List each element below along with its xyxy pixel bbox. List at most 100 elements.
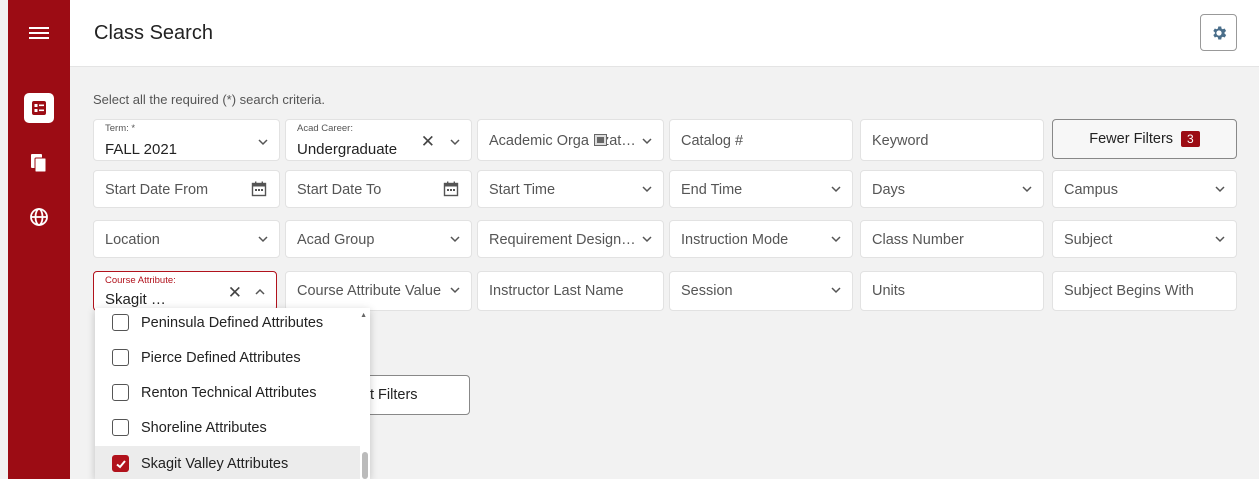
instruction-mode-select[interactable]: Instruction Mode: [669, 220, 853, 258]
menu-icon[interactable]: [8, 18, 70, 48]
clear-icon[interactable]: ✕: [228, 283, 242, 303]
acad-career-label: Acad Career:: [297, 123, 353, 134]
overlay-icon: [594, 134, 607, 146]
dropdown-option-peninsula[interactable]: Peninsula Defined Attributes: [95, 308, 360, 340]
scroll-thumb[interactable]: [362, 452, 368, 479]
class-number-placeholder: Class Number: [872, 232, 964, 248]
checkbox-checked[interactable]: [112, 455, 129, 472]
fewer-filters-button[interactable]: Fewer Filters 3: [1052, 119, 1237, 159]
acad-group-placeholder: Acad Group: [297, 232, 375, 248]
sidebar: [8, 0, 70, 479]
header: Class Search: [70, 0, 1259, 67]
option-label: Peninsula Defined Attributes: [141, 314, 324, 331]
chevron-up-icon: [255, 288, 265, 295]
checkmark-icon: [115, 459, 126, 468]
dropdown-option-shoreline[interactable]: Shoreline Attributes: [95, 410, 360, 445]
requirement-designation-placeholder: Requirement Design…: [489, 232, 636, 248]
academic-organization-placeholder-tail: zat…: [601, 133, 636, 149]
session-placeholder: Session: [681, 283, 733, 299]
course-attribute-select[interactable]: Course Attribute: Skagit … ✕: [93, 271, 277, 311]
course-attribute-value: Skagit …: [105, 291, 166, 308]
catalog-number-placeholder: Catalog #: [681, 133, 744, 149]
start-time-select[interactable]: Start Time: [477, 170, 664, 208]
calendar-icon[interactable]: [443, 181, 459, 197]
calendar-icon[interactable]: [251, 181, 267, 197]
acad-career-value: Undergraduate: [297, 141, 398, 158]
subject-placeholder: Subject: [1064, 232, 1113, 248]
days-select[interactable]: Days: [860, 170, 1044, 208]
keyword-input[interactable]: Keyword: [860, 119, 1044, 161]
checkbox[interactable]: [112, 419, 129, 436]
option-label: Shoreline Attributes: [141, 419, 267, 436]
dropdown-option-skagit[interactable]: Skagit Valley Attributes: [95, 446, 360, 479]
course-attribute-value-select[interactable]: Course Attribute Value: [285, 271, 472, 311]
dropdown-option-pierce[interactable]: Pierce Defined Attributes: [95, 340, 360, 375]
gear-icon: [1212, 25, 1226, 40]
subject-begins-with-placeholder: Subject Begins With: [1064, 283, 1194, 299]
checkbox[interactable]: [112, 349, 129, 366]
scroll-up-icon[interactable]: ▲: [360, 312, 367, 319]
checkbox[interactable]: [112, 314, 129, 331]
keyword-placeholder: Keyword: [872, 133, 929, 149]
start-date-to-input[interactable]: Start Date To: [285, 170, 472, 208]
subject-select[interactable]: Subject: [1052, 220, 1237, 258]
instructor-last-name-input[interactable]: Instructor Last Name: [477, 271, 664, 311]
campus-select[interactable]: Campus: [1052, 170, 1237, 208]
chevron-down-icon: [831, 236, 841, 243]
days-placeholder: Days: [872, 182, 906, 198]
course-attribute-dropdown: Peninsula Defined Attributes Pierce Defi…: [95, 308, 370, 479]
chevron-down-icon: [831, 186, 841, 193]
academic-organization-select[interactable]: Academic Orga zat…: [477, 119, 664, 161]
start-date-from-placeholder: Start Date From: [105, 182, 209, 198]
chevron-down-icon: [1022, 186, 1032, 193]
chevron-down-icon: [1215, 236, 1225, 243]
chevron-down-icon: [1215, 186, 1225, 193]
start-date-to-placeholder: Start Date To: [297, 182, 382, 198]
checkbox[interactable]: [112, 384, 129, 401]
location-placeholder: Location: [105, 232, 160, 248]
catalog-number-input[interactable]: Catalog #: [669, 119, 853, 161]
start-date-from-input[interactable]: Start Date From: [93, 170, 280, 208]
acad-group-select[interactable]: Acad Group: [285, 220, 472, 258]
instruction-mode-placeholder: Instruction Mode: [681, 232, 789, 248]
chevron-down-icon: [450, 236, 460, 243]
term-select[interactable]: Term: * FALL 2021: [93, 119, 280, 161]
globe-icon[interactable]: [8, 202, 70, 232]
option-label: Skagit Valley Attributes: [141, 455, 289, 472]
chevron-down-icon: [258, 236, 268, 243]
page-title: Class Search: [94, 22, 213, 44]
chevron-down-icon: [642, 138, 652, 145]
dropdown-scrollbar[interactable]: ▲: [360, 308, 370, 479]
campus-placeholder: Campus: [1064, 182, 1118, 198]
settings-button[interactable]: [1200, 14, 1237, 51]
fewer-filters-label: Fewer Filters: [1089, 131, 1174, 147]
end-time-placeholder: End Time: [681, 182, 743, 198]
criteria-hint: Select all the required (*) search crite…: [93, 92, 325, 107]
course-attribute-value-placeholder: Course Attribute Value: [297, 283, 442, 299]
start-time-placeholder: Start Time: [489, 182, 556, 198]
chevron-down-icon: [258, 139, 268, 146]
course-attribute-label: Course Attribute:: [105, 275, 176, 286]
class-search-icon[interactable]: [8, 88, 70, 128]
option-label: Pierce Defined Attributes: [141, 349, 301, 366]
units-input[interactable]: Units: [860, 271, 1044, 311]
dropdown-option-renton[interactable]: Renton Technical Attributes: [95, 375, 360, 410]
chevron-down-icon: [450, 287, 460, 294]
option-label: Renton Technical Attributes: [141, 384, 317, 401]
filter-count-badge: 3: [1181, 131, 1200, 147]
requirement-designation-select[interactable]: Requirement Design…: [477, 220, 664, 258]
chevron-down-icon: [450, 139, 460, 146]
subject-begins-with-input[interactable]: Subject Begins With: [1052, 271, 1237, 311]
clear-icon[interactable]: ✕: [421, 132, 435, 152]
copy-icon[interactable]: [8, 148, 70, 178]
reset-filters-label: t Filters: [370, 387, 418, 403]
end-time-select[interactable]: End Time: [669, 170, 853, 208]
units-placeholder: Units: [872, 283, 906, 299]
chevron-down-icon: [642, 186, 652, 193]
class-number-input[interactable]: Class Number: [860, 220, 1044, 258]
term-value: FALL 2021: [105, 141, 178, 158]
term-label: Term: *: [105, 123, 136, 134]
location-select[interactable]: Location: [93, 220, 280, 258]
session-select[interactable]: Session: [669, 271, 853, 311]
acad-career-select[interactable]: Acad Career: Undergraduate ✕: [285, 119, 472, 161]
